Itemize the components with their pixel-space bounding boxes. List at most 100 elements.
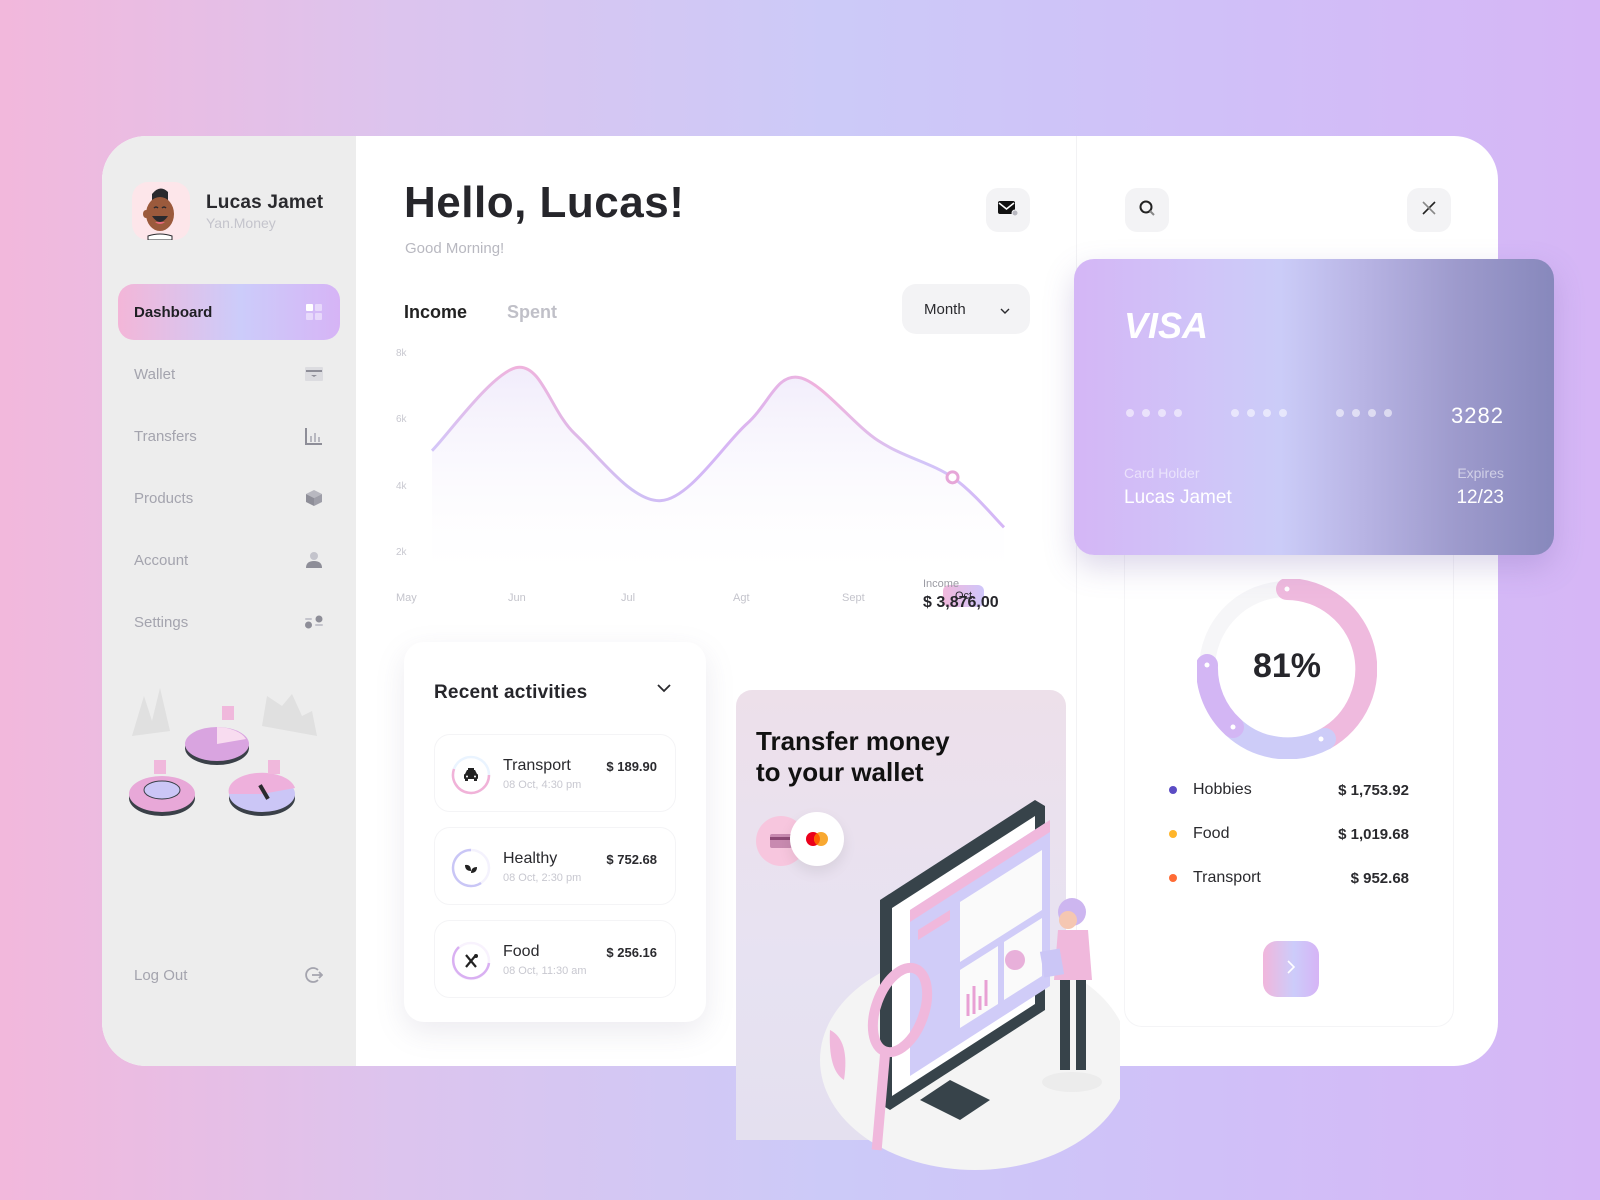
sidebar-item-label: Account — [134, 551, 189, 569]
legend-item: Transport $ 952.68 — [1169, 869, 1409, 887]
sidebar-item-label: Settings — [134, 613, 189, 631]
page-title: Hello, Lucas! — [404, 178, 685, 227]
car-icon — [463, 768, 479, 787]
legend-dot — [1169, 874, 1177, 882]
income-area — [432, 367, 1004, 574]
activity-item[interactable]: Transport 08 Oct, 4:30 pm $ 189.90 — [434, 734, 676, 812]
card-number-masked — [1336, 409, 1392, 417]
legend-name: Transport — [1193, 869, 1261, 886]
card-brand-logo: VISA — [1124, 305, 1209, 346]
utensils-icon — [464, 953, 478, 974]
period-select-value: Month — [924, 300, 966, 318]
x-tick-label[interactable]: May — [396, 592, 417, 604]
recent-activities-card: Recent activities Transport 08 Oct, 4:30… — [404, 642, 706, 1022]
x-tick-label[interactable]: Agt — [733, 592, 750, 604]
legend-name: Food — [1193, 825, 1230, 842]
promo-title-line: Transfer money — [756, 726, 950, 756]
income-chart: 8k 6k 4k 2k May Jun Jul Agt Sept Oct Inc… — [396, 346, 1036, 616]
legend-dot — [1169, 786, 1177, 794]
spending-summary: 81% Hobbies $ 1,753.92 Food $ 1,019.68 T… — [1124, 555, 1454, 1027]
leaf-icon — [464, 862, 478, 880]
sidebar-item-wallet[interactable]: Wallet — [118, 346, 340, 402]
visa-card[interactable]: VISA 3282 Card Holder Lucas Jamet Expire… — [1074, 259, 1554, 555]
activity-date: 08 Oct, 11:30 am — [503, 965, 587, 977]
activity-amount: $ 752.68 — [606, 852, 657, 867]
search-icon — [1138, 199, 1156, 222]
profile[interactable]: Lucas Jamet Yan.Money — [132, 182, 323, 240]
next-button[interactable] — [1263, 941, 1319, 997]
monitor-analytics-illustration — [810, 780, 1130, 1180]
legend-item: Food $ 1,019.68 — [1169, 825, 1409, 843]
highlighted-point-marker[interactable] — [945, 470, 960, 485]
settings-icon — [304, 612, 324, 632]
sidebar: Lucas Jamet Yan.Money Dashboard Wallet T… — [102, 136, 356, 1066]
activity-icon-ring — [451, 755, 491, 795]
legend-value: $ 952.68 — [1350, 869, 1409, 887]
sidebar-item-label: Transfers — [134, 427, 197, 445]
pie-charts-illustration — [122, 676, 322, 826]
activity-name: Transport — [503, 757, 571, 774]
activity-item[interactable]: Healthy 08 Oct, 2:30 pm $ 752.68 — [434, 827, 676, 905]
promo-title: Transfer money to your wallet — [756, 726, 950, 788]
activity-date: 08 Oct, 4:30 pm — [503, 779, 582, 791]
sidebar-item-label: Products — [134, 489, 194, 507]
close-button[interactable] — [1407, 188, 1451, 232]
activity-name: Healthy — [503, 850, 558, 867]
avatar — [132, 182, 190, 240]
chevron-down-icon — [1000, 301, 1010, 318]
sidebar-nav: Dashboard Wallet Transfers Products Acco… — [118, 284, 340, 656]
page-subtitle: Good Morning! — [405, 240, 505, 257]
legend-name: Hobbies — [1193, 781, 1252, 798]
messages-button[interactable] — [986, 188, 1030, 232]
card-number-masked — [1231, 409, 1287, 417]
sidebar-item-label: Wallet — [134, 365, 176, 383]
sidebar-item-settings[interactable]: Settings — [118, 594, 340, 650]
tab-income[interactable]: Income — [404, 302, 467, 323]
card-expires-value: 12/23 — [1456, 487, 1504, 508]
card-last4: 3282 — [1451, 403, 1504, 428]
activity-icon-ring — [451, 848, 491, 888]
chart-plot — [430, 365, 1006, 574]
bar-chart-icon — [304, 426, 324, 446]
search-button[interactable] — [1125, 188, 1169, 232]
user-icon — [304, 550, 324, 570]
spending-percent: 81% — [1252, 647, 1322, 685]
chart-tabs: Income Spent — [404, 302, 557, 323]
logout-button[interactable]: Log Out — [118, 951, 340, 999]
legend-item: Hobbies $ 1,753.92 — [1169, 781, 1409, 799]
activity-amount: $ 189.90 — [606, 759, 657, 774]
card-holder-name: Lucas Jamet — [1124, 487, 1232, 508]
x-tick-label[interactable]: Jun — [508, 592, 526, 604]
wallet-icon — [304, 364, 324, 384]
donut-segment-lavender — [1222, 716, 1336, 759]
logout-label: Log Out — [134, 966, 188, 984]
recent-activities-title: Recent activities — [434, 682, 588, 703]
legend-value: $ 1,753.92 — [1338, 781, 1409, 799]
sidebar-item-transfers[interactable]: Transfers — [118, 408, 340, 464]
sidebar-item-account[interactable]: Account — [118, 532, 340, 588]
sidebar-item-products[interactable]: Products — [118, 470, 340, 526]
tooltip-value: $ 3,876,00 — [923, 594, 999, 611]
chevron-down-icon[interactable] — [656, 680, 672, 698]
x-tick-label[interactable]: Jul — [621, 592, 635, 604]
x-tick-label[interactable]: Sept — [842, 592, 865, 604]
sidebar-item-label: Dashboard — [134, 303, 213, 321]
chevron-right-icon — [1287, 959, 1296, 979]
grid-icon — [304, 302, 324, 322]
tab-spent[interactable]: Spent — [507, 302, 557, 323]
close-icon — [1422, 200, 1436, 220]
mail-icon — [998, 200, 1019, 221]
activity-icon-ring — [451, 941, 491, 981]
logout-icon — [304, 965, 324, 985]
activity-item[interactable]: Food 08 Oct, 11:30 am $ 256.16 — [434, 920, 676, 998]
card-holder-label: Card Holder — [1124, 465, 1200, 481]
activity-name: Food — [503, 943, 540, 960]
profile-subtitle: Yan.Money — [206, 214, 276, 231]
card-number-masked — [1126, 409, 1182, 417]
sidebar-item-dashboard[interactable]: Dashboard — [118, 284, 340, 340]
activity-amount: $ 256.16 — [606, 945, 657, 960]
legend-dot — [1169, 830, 1177, 838]
activity-date: 08 Oct, 2:30 pm — [503, 872, 582, 884]
period-select[interactable]: Month — [902, 284, 1030, 334]
tooltip-label: Income — [923, 578, 960, 590]
